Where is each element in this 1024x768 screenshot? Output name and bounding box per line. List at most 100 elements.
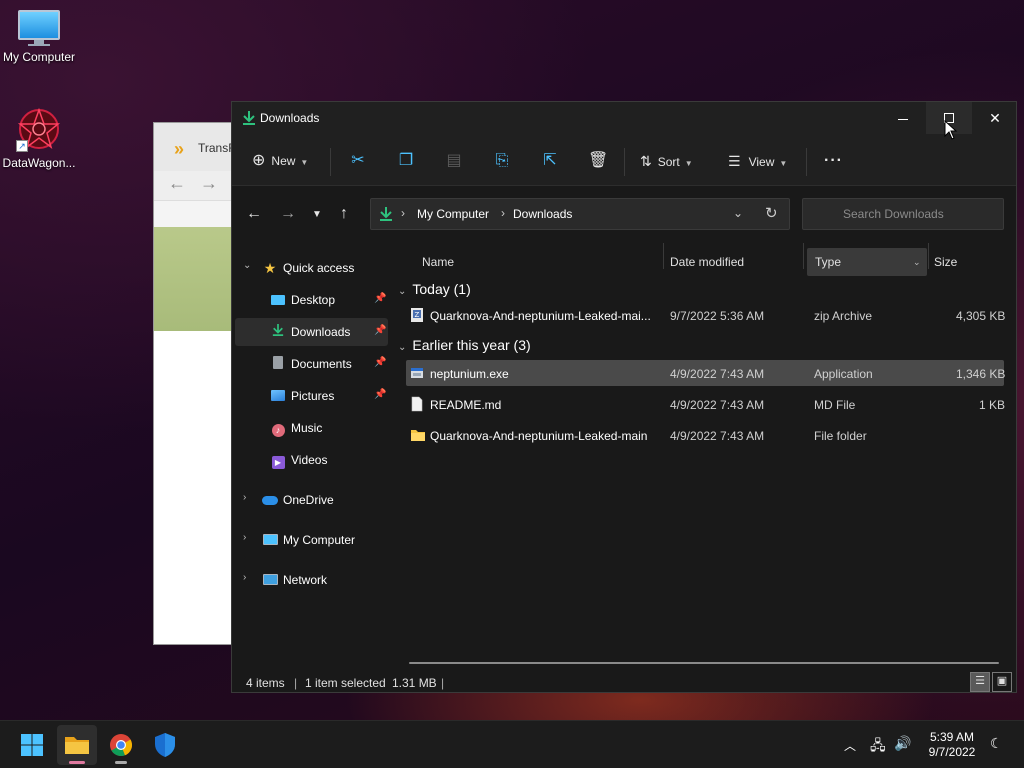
- file-icon: [411, 396, 423, 412]
- start-button[interactable]: [12, 725, 52, 765]
- monitor-icon: [18, 10, 60, 46]
- pictures-icon: [269, 387, 287, 405]
- sort-button[interactable]: ⇅ Sort ▼: [640, 148, 693, 174]
- view-icon: ☰: [728, 153, 741, 169]
- desktop-icon-my-computer[interactable]: My Computer: [0, 10, 78, 64]
- computer-icon: [261, 531, 279, 549]
- sidebar-item-onedrive[interactable]: › OneDrive: [235, 486, 388, 514]
- view-button[interactable]: ☰ View ▼: [728, 148, 787, 174]
- chevron-down-icon[interactable]: ⌄: [913, 248, 921, 276]
- sidebar-item-videos[interactable]: ▶ Videos: [235, 446, 388, 474]
- chevron-down-icon[interactable]: ⌄: [243, 260, 251, 271]
- copy-icon[interactable]: ❐: [396, 151, 416, 171]
- back-arrow-icon[interactable]: ←: [168, 173, 186, 194]
- taskbar: ︿ 🖧 🔊 5:39 AM 9/7/2022 ☾: [0, 720, 1024, 768]
- breadcrumb-downloads[interactable]: Downloads: [513, 207, 572, 221]
- more-options-icon[interactable]: ···: [824, 148, 843, 174]
- address-row: ← → ▼ ↑ › My Computer › Downloads ⌄ ↻ ⚲: [232, 187, 1016, 239]
- pin-icon[interactable]: 📌: [374, 389, 386, 400]
- documents-icon: [269, 355, 287, 373]
- chevron-down-icon: ⌄: [398, 286, 407, 297]
- sidebar-item-desktop[interactable]: Desktop 📌: [235, 286, 388, 314]
- status-item-count: 4 items: [246, 676, 285, 690]
- column-header-name[interactable]: Name: [422, 248, 662, 276]
- recent-locations-button[interactable]: ▼: [312, 209, 322, 220]
- sidebar-item-pictures[interactable]: Pictures 📌: [235, 382, 388, 410]
- pin-icon[interactable]: 📌: [374, 357, 386, 368]
- breadcrumb-my-computer[interactable]: My Computer: [417, 207, 489, 221]
- sidebar-item-network[interactable]: › Network: [235, 566, 388, 594]
- cut-icon[interactable]: ✂: [348, 151, 368, 171]
- file-explorer-window[interactable]: Downloads ✕ ⊕ New ▼ ✂ ❐ ▤ ⎘ ⇱ 🗑 ⇅ Sort ▼ ☰ Vi…: [231, 101, 1017, 693]
- plus-circle-icon: ⊕: [252, 152, 266, 169]
- large-icons-view-icon[interactable]: ▣: [992, 672, 1012, 692]
- new-button[interactable]: ⊕ New ▼: [252, 148, 308, 174]
- status-size: 1.31 MB: [392, 676, 437, 690]
- download-icon: [243, 111, 255, 125]
- file-row[interactable]: neptunium.exe 4/9/2022 7:43 AM Applicati…: [406, 360, 1005, 386]
- clock-date: 9/7/2022: [928, 745, 976, 759]
- desktop-icon-label: DataWagon...: [2, 156, 76, 170]
- title-bar[interactable]: Downloads ✕: [232, 102, 1016, 134]
- chevron-up-icon[interactable]: ︿: [844, 737, 856, 754]
- file-row[interactable]: Z Quarknova-And-neptunium-Leaked-mai... …: [406, 302, 1005, 328]
- network-status-icon[interactable]: 🖧: [870, 735, 886, 759]
- up-button[interactable]: ↑: [340, 205, 348, 223]
- chevron-down-icon[interactable]: ⌄: [733, 206, 743, 220]
- chevron-right-icon[interactable]: ›: [243, 532, 246, 543]
- volume-icon[interactable]: 🔊: [894, 735, 911, 752]
- chevron-right-icon[interactable]: ›: [243, 572, 246, 583]
- desktop-icon-datawagon[interactable]: ↗ DataWagon...: [0, 106, 78, 170]
- pin-icon[interactable]: 📌: [374, 325, 386, 336]
- paste-icon[interactable]: ▤: [444, 151, 464, 171]
- refresh-icon[interactable]: ↻: [765, 204, 778, 222]
- chevron-right-icon: ›: [501, 206, 505, 220]
- background-window-title: TransF: [198, 141, 236, 155]
- status-bar: 4 items | 1 item selected 1.31 MB | ☰ ▣: [232, 670, 1016, 694]
- delete-icon[interactable]: 🗑: [588, 151, 608, 171]
- app-logo-icon: »: [174, 139, 184, 159]
- minimize-button[interactable]: [880, 102, 926, 134]
- sidebar-item-quick-access[interactable]: ⌄ ★ Quick access: [235, 254, 388, 282]
- sidebar-item-music[interactable]: ♪ Music: [235, 414, 388, 442]
- group-header-today[interactable]: ⌄ Today (1): [398, 281, 471, 297]
- taskbar-file-explorer[interactable]: [57, 725, 97, 765]
- sidebar-item-documents[interactable]: Documents 📌: [235, 350, 388, 378]
- file-row[interactable]: README.md 4/9/2022 7:43 AM MD File 1 KB: [406, 391, 1005, 417]
- pin-icon[interactable]: 📌: [374, 293, 386, 304]
- column-header-date[interactable]: Date modified: [670, 248, 800, 276]
- details-view-icon[interactable]: ☰: [970, 672, 990, 692]
- column-header-size[interactable]: Size: [934, 248, 1004, 276]
- cloud-icon: [261, 491, 279, 509]
- focus-assist-icon[interactable]: ☾: [990, 735, 1003, 752]
- forward-arrow-icon[interactable]: →: [200, 173, 218, 194]
- sidebar-item-my-computer[interactable]: › My Computer: [235, 526, 388, 554]
- chrome-icon: [110, 734, 133, 757]
- windows-logo-icon: [21, 734, 43, 756]
- column-header-type[interactable]: Type ⌄: [807, 248, 927, 276]
- window-title: Downloads: [260, 111, 320, 125]
- rename-icon[interactable]: ⎘: [492, 151, 512, 171]
- clock[interactable]: 5:39 AM 9/7/2022: [920, 730, 984, 760]
- search-input[interactable]: [802, 198, 1004, 230]
- share-icon[interactable]: ⇱: [540, 151, 560, 171]
- file-row[interactable]: Quarknova-And-neptunium-Leaked-main 4/9/…: [406, 422, 1004, 448]
- zip-icon: Z: [411, 308, 423, 322]
- taskbar-chrome[interactable]: [101, 725, 141, 765]
- desktop-icon: [269, 291, 287, 309]
- address-bar[interactable]: › My Computer › Downloads ⌄ ↻: [370, 198, 790, 230]
- taskbar-security[interactable]: [145, 725, 185, 765]
- close-button[interactable]: ✕: [972, 102, 1018, 134]
- network-icon: [261, 571, 279, 589]
- download-icon: [380, 207, 392, 221]
- forward-button[interactable]: →: [280, 205, 296, 223]
- svg-text:Z: Z: [415, 311, 420, 319]
- chevron-right-icon[interactable]: ›: [243, 492, 246, 503]
- horizontal-scrollbar[interactable]: [409, 662, 999, 664]
- sidebar-item-downloads[interactable]: Downloads 📌: [235, 318, 388, 346]
- status-selected: 1 item selected: [305, 676, 386, 690]
- command-bar: ⊕ New ▼ ✂ ❐ ▤ ⎘ ⇱ 🗑 ⇅ Sort ▼ ☰ View ▼ ···: [232, 134, 1016, 186]
- group-header-earlier[interactable]: ⌄ Earlier this year (3): [398, 337, 531, 353]
- mouse-cursor-icon: [944, 120, 958, 140]
- back-button[interactable]: ←: [246, 205, 262, 223]
